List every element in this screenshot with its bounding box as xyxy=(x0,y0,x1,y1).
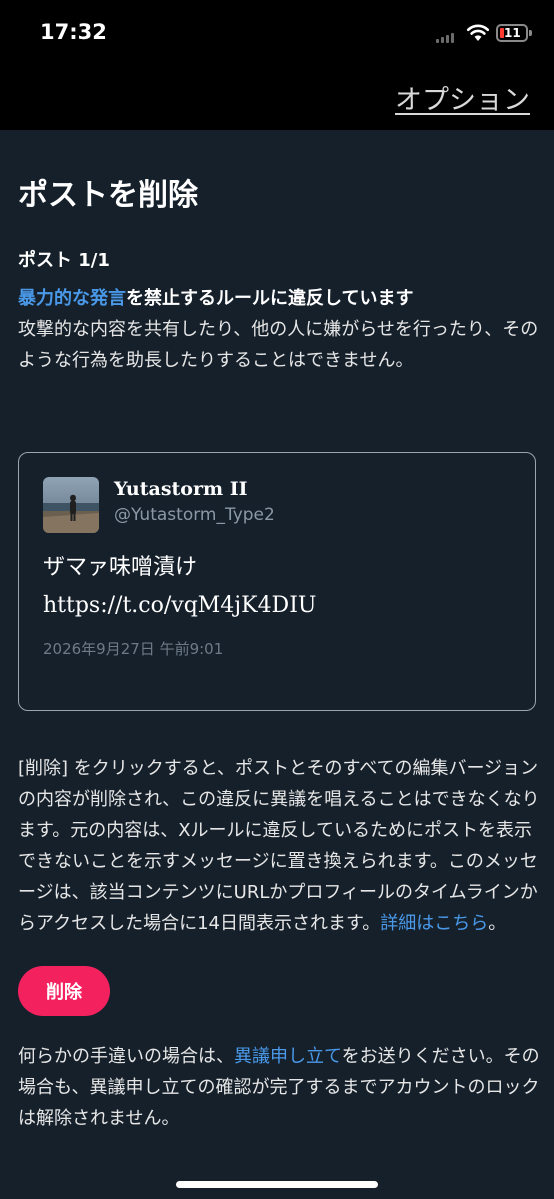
delete-button[interactable]: 削除 xyxy=(18,966,110,1016)
tweet-date: 2026年9月27日 午前9:01 xyxy=(43,640,224,658)
status-time: 17:32 xyxy=(40,20,107,44)
appeal-link[interactable]: 異議申し立て xyxy=(234,1046,342,1067)
violation-text: を禁止するルールに違反しています xyxy=(126,288,414,309)
signal-icon xyxy=(436,33,458,43)
delete-explanation: [削除] をクリックすると、ポストとそのすべての編集バージョンの内容が削除され、… xyxy=(18,753,540,939)
post-count: ポスト 1/1 xyxy=(18,250,110,271)
tweet-card[interactable]: Yutastorm II @Yutastorm_Type2 ザマァ味噌漬け ht… xyxy=(18,452,536,711)
violation-description: 攻撃的な内容を共有したり、他の人に嫌がらせを行ったり、そのような行為を助長したり… xyxy=(18,319,539,371)
tweet-author-handle: @Yutastorm_Type2 xyxy=(114,505,275,525)
battery-icon: 11 xyxy=(496,24,528,42)
options-link[interactable]: オプション xyxy=(395,78,530,117)
battery-tip xyxy=(529,30,532,36)
appeal-notice: 何らかの手違いの場合は、異議申し立てをお送りください。その場合も、異議申し立ての… xyxy=(18,1041,540,1134)
tweet-text-line: ザマァ味噌漬け xyxy=(43,555,198,580)
top-bar: 17:32 11 オプション xyxy=(0,0,554,130)
wifi-icon xyxy=(466,24,490,41)
violation-heading: 暴力的な発言を禁止するルールに違反しています xyxy=(18,284,538,310)
violation-rule-link[interactable]: 暴力的な発言 xyxy=(18,288,126,309)
tweet-author-name: Yutastorm II xyxy=(114,478,248,500)
home-indicator[interactable] xyxy=(176,1181,378,1188)
tweet-text: ザマァ味噌漬け https://t.co/vqM4jK4DIU xyxy=(43,549,316,625)
explanation-end: 。 xyxy=(488,913,507,934)
page-title: ポストを削除 xyxy=(18,178,198,213)
tweet-link: https://t.co/vqM4jK4DIU xyxy=(43,593,317,618)
appeal-prefix: 何らかの手違いの場合は、 xyxy=(18,1046,234,1067)
battery-level: 11 xyxy=(504,26,521,40)
explanation-text: [削除] をクリックすると、ポストとそのすべての編集バージョンの内容が削除され、… xyxy=(18,758,540,934)
avatar xyxy=(43,477,99,533)
details-link[interactable]: 詳細はこちら xyxy=(380,913,488,934)
